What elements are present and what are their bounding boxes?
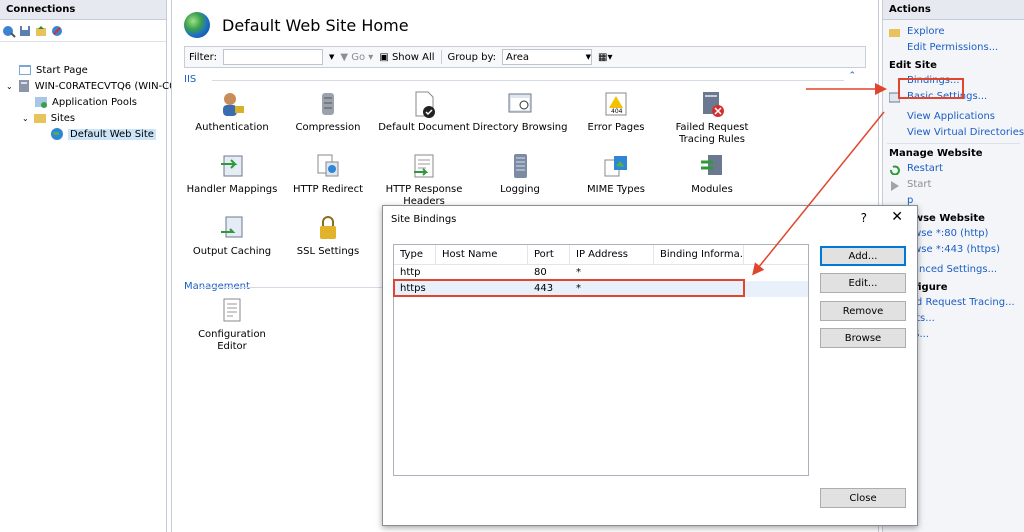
filter-bar: Filter: ▼ ▼ Go ▾ ▣ Show All Group by: Ar…	[184, 46, 866, 68]
basic-settings-icon	[889, 92, 900, 103]
compression-icon	[322, 93, 334, 115]
disconnect-icon[interactable]	[50, 24, 64, 38]
dialog-title: Site Bindings	[391, 213, 457, 225]
folder-icon	[33, 114, 46, 123]
globe-icon	[184, 12, 210, 38]
save-icon[interactable]	[18, 24, 32, 38]
column-header-port[interactable]: Port	[528, 245, 570, 264]
default-document-icon	[415, 91, 435, 118]
mime-types-icon	[604, 156, 627, 177]
view-applications-link[interactable]: View Applications	[883, 109, 1024, 125]
feature-http-response-headers[interactable]: HTTP Response Headers	[376, 152, 472, 208]
binding-row-http[interactable]: http 80 *	[394, 265, 808, 281]
tree-node-app-pools[interactable]: Application Pools	[34, 94, 137, 110]
column-header-binding-info[interactable]: Binding Informa...	[654, 245, 744, 264]
column-header-host-name[interactable]: Host Name	[436, 245, 528, 264]
start-icon	[891, 181, 899, 191]
bindings-list-header: Type Host Name Port IP Address Binding I…	[394, 245, 808, 265]
explore-link[interactable]: Explore	[883, 24, 1024, 40]
tree-node-server[interactable]: ⌄ WIN-C0RATECVTQ6 (WIN-C0	[6, 78, 176, 94]
connections-toolbar	[0, 20, 166, 42]
collapse-chevron-icon[interactable]: ⌃	[848, 71, 856, 81]
feature-handler-mappings[interactable]: Handler Mappings	[184, 152, 280, 196]
edit-button[interactable]: Edit...	[820, 273, 906, 293]
remove-button[interactable]: Remove	[820, 301, 906, 321]
explore-icon	[889, 29, 900, 37]
close-icon[interactable]: ✕	[891, 209, 903, 225]
globe-icon	[51, 128, 63, 140]
up-icon[interactable]	[34, 24, 48, 38]
feature-ssl-settings[interactable]: SSL Settings	[280, 214, 376, 258]
site-bindings-dialog: Site Bindings ? ✕ Type Host Name Port IP…	[382, 205, 918, 526]
feature-directory-browsing[interactable]: Directory Browsing	[472, 90, 568, 134]
feature-error-pages[interactable]: 404 Error Pages	[568, 90, 664, 134]
http-redirect-icon	[317, 154, 339, 177]
separator	[440, 50, 442, 64]
tree-node-sites[interactable]: ⌄ Sites	[22, 110, 75, 126]
feature-default-document[interactable]: Default Document	[376, 90, 472, 134]
feature-modules[interactable]: Modules	[664, 152, 760, 196]
view-virtual-directories-link[interactable]: View Virtual Directories	[883, 125, 1024, 141]
connections-pane: Connections Start Page ⌄ WIN-C0RATECVTQ6…	[0, 0, 176, 532]
connections-header: Connections	[0, 0, 166, 20]
group-by-select[interactable]: Area ▼	[502, 49, 593, 65]
column-header-ip-address[interactable]: IP Address	[570, 245, 654, 264]
bindings-list: Type Host Name Port IP Address Binding I…	[393, 244, 809, 476]
column-header-type[interactable]: Type	[394, 245, 436, 264]
edit-permissions-link[interactable]: Edit Permissions...	[883, 40, 1024, 56]
view-mode-icon[interactable]: ▦▾	[598, 52, 612, 63]
output-caching-icon	[221, 216, 243, 238]
feature-mime-types[interactable]: MIME Types	[568, 152, 664, 196]
add-button[interactable]: Add...	[820, 246, 906, 266]
manage-website-section: Manage Website	[889, 148, 983, 159]
authentication-icon	[223, 93, 244, 116]
directory-browsing-icon	[508, 93, 532, 113]
app-pools-icon	[35, 97, 47, 108]
expand-chevron-icon[interactable]: ⌄	[6, 82, 13, 91]
page-title: Default Web Site Home	[184, 12, 409, 38]
http-response-headers-icon	[414, 154, 434, 178]
start-link[interactable]: Start	[883, 177, 1024, 193]
configuration-editor-icon	[223, 298, 241, 322]
filter-dropdown-icon[interactable]: ▼	[329, 53, 334, 61]
start-page-icon	[19, 65, 31, 75]
feature-output-caching[interactable]: Output Caching	[184, 214, 280, 258]
group-header-iis: IIS	[184, 74, 864, 86]
modules-icon	[701, 155, 722, 175]
error-pages-icon: 404	[605, 92, 627, 116]
svg-text:404: 404	[611, 108, 623, 115]
basic-settings-link[interactable]: Basic Settings...	[883, 89, 1024, 105]
feature-logging[interactable]: Logging	[472, 152, 568, 196]
connect-icon[interactable]	[2, 24, 16, 38]
close-button[interactable]: Close	[820, 488, 906, 508]
lock-icon	[320, 216, 336, 239]
connections-tree: Start Page ⌄ WIN-C0RATECVTQ6 (WIN-C0 App…	[0, 42, 176, 522]
logging-icon	[514, 154, 527, 178]
server-icon	[18, 80, 29, 92]
feature-authentication[interactable]: Authentication	[184, 90, 280, 134]
edit-site-section: Edit Site	[889, 60, 937, 71]
handler-mappings-icon	[221, 155, 243, 177]
help-button[interactable]: ?	[861, 211, 867, 225]
actions-header: Actions	[883, 0, 1024, 20]
filter-input[interactable]	[222, 49, 323, 65]
bindings-link[interactable]: Bindings...	[883, 73, 1024, 89]
expand-chevron-icon[interactable]: ⌄	[22, 114, 29, 123]
feature-http-redirect[interactable]: HTTP Redirect	[280, 152, 376, 196]
feature-compression[interactable]: Compression	[280, 90, 376, 134]
feature-failed-request-tracing[interactable]: Failed Request Tracing Rules	[664, 90, 760, 146]
restart-link[interactable]: Restart	[883, 161, 1024, 177]
go-button[interactable]: ▼ Go ▾	[340, 52, 373, 63]
feature-configuration-editor[interactable]: Configuration Editor	[184, 297, 280, 353]
browse-button[interactable]: Browse	[820, 328, 906, 348]
tree-node-start-page[interactable]: Start Page	[18, 62, 88, 78]
restart-icon	[890, 165, 900, 175]
show-all-button[interactable]: ▣ Show All	[379, 52, 434, 63]
tree-node-default-web-site[interactable]: Default Web Site	[50, 126, 156, 142]
failed-request-tracing-icon	[703, 92, 724, 117]
binding-row-https[interactable]: https 443 *	[394, 281, 808, 297]
